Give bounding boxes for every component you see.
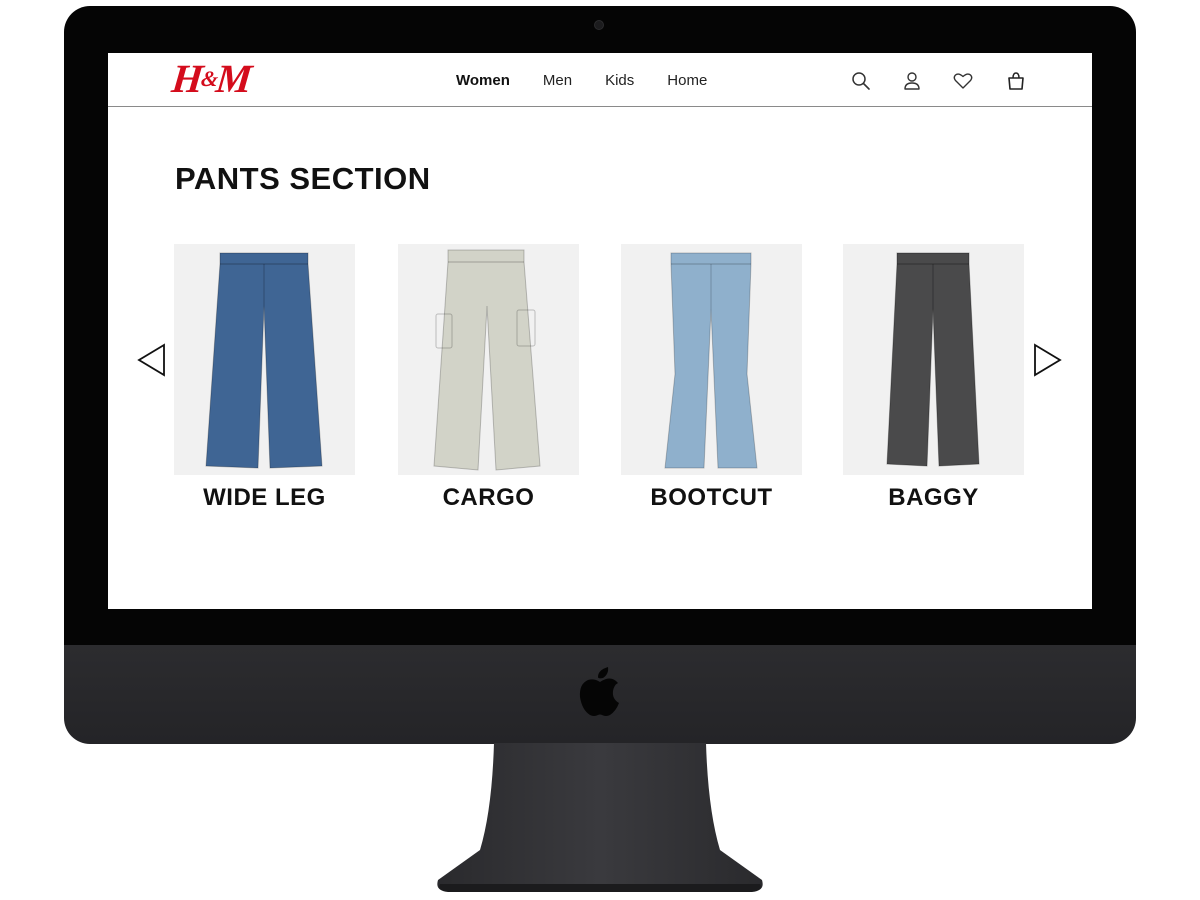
shopping-bag-icon[interactable] <box>1005 70 1027 92</box>
product-image[interactable] <box>621 244 802 475</box>
product-card-cargo[interactable]: CARGO <box>398 244 579 513</box>
brand-logo[interactable]: H&M <box>170 56 254 101</box>
triangle-left-icon[interactable] <box>137 343 167 377</box>
product-image[interactable] <box>843 244 1024 475</box>
monitor-stand <box>437 743 763 892</box>
nav-link-men[interactable]: Men <box>543 71 572 91</box>
page-title: PANTS SECTION <box>175 161 431 196</box>
account-icon[interactable] <box>901 70 923 92</box>
nav-link-kids[interactable]: Kids <box>605 71 634 91</box>
search-icon[interactable] <box>850 70 872 92</box>
screen: H&M Women Men Kids Home PANTS SECTION WI… <box>108 53 1092 609</box>
triangle-right-icon[interactable] <box>1032 343 1062 377</box>
product-card-baggy[interactable]: BAGGY <box>843 244 1024 513</box>
product-label[interactable]: WIDE LEG <box>174 483 355 513</box>
nav-link-home[interactable]: Home <box>667 71 707 91</box>
product-card-wide-leg[interactable]: WIDE LEG <box>174 244 355 513</box>
apple-logo-icon <box>578 664 622 718</box>
product-label[interactable]: BOOTCUT <box>621 483 802 513</box>
product-image[interactable] <box>398 244 579 475</box>
product-label[interactable]: BAGGY <box>843 483 1024 513</box>
nav-link-women[interactable]: Women <box>456 71 510 91</box>
navbar: H&M Women Men Kids Home <box>108 53 1092 107</box>
product-card-bootcut[interactable]: BOOTCUT <box>621 244 802 513</box>
camera-icon <box>594 20 604 30</box>
favorites-icon[interactable] <box>952 70 974 92</box>
main-nav: Women Men Kids Home <box>456 71 740 91</box>
product-image[interactable] <box>174 244 355 475</box>
product-label[interactable]: CARGO <box>398 483 579 513</box>
